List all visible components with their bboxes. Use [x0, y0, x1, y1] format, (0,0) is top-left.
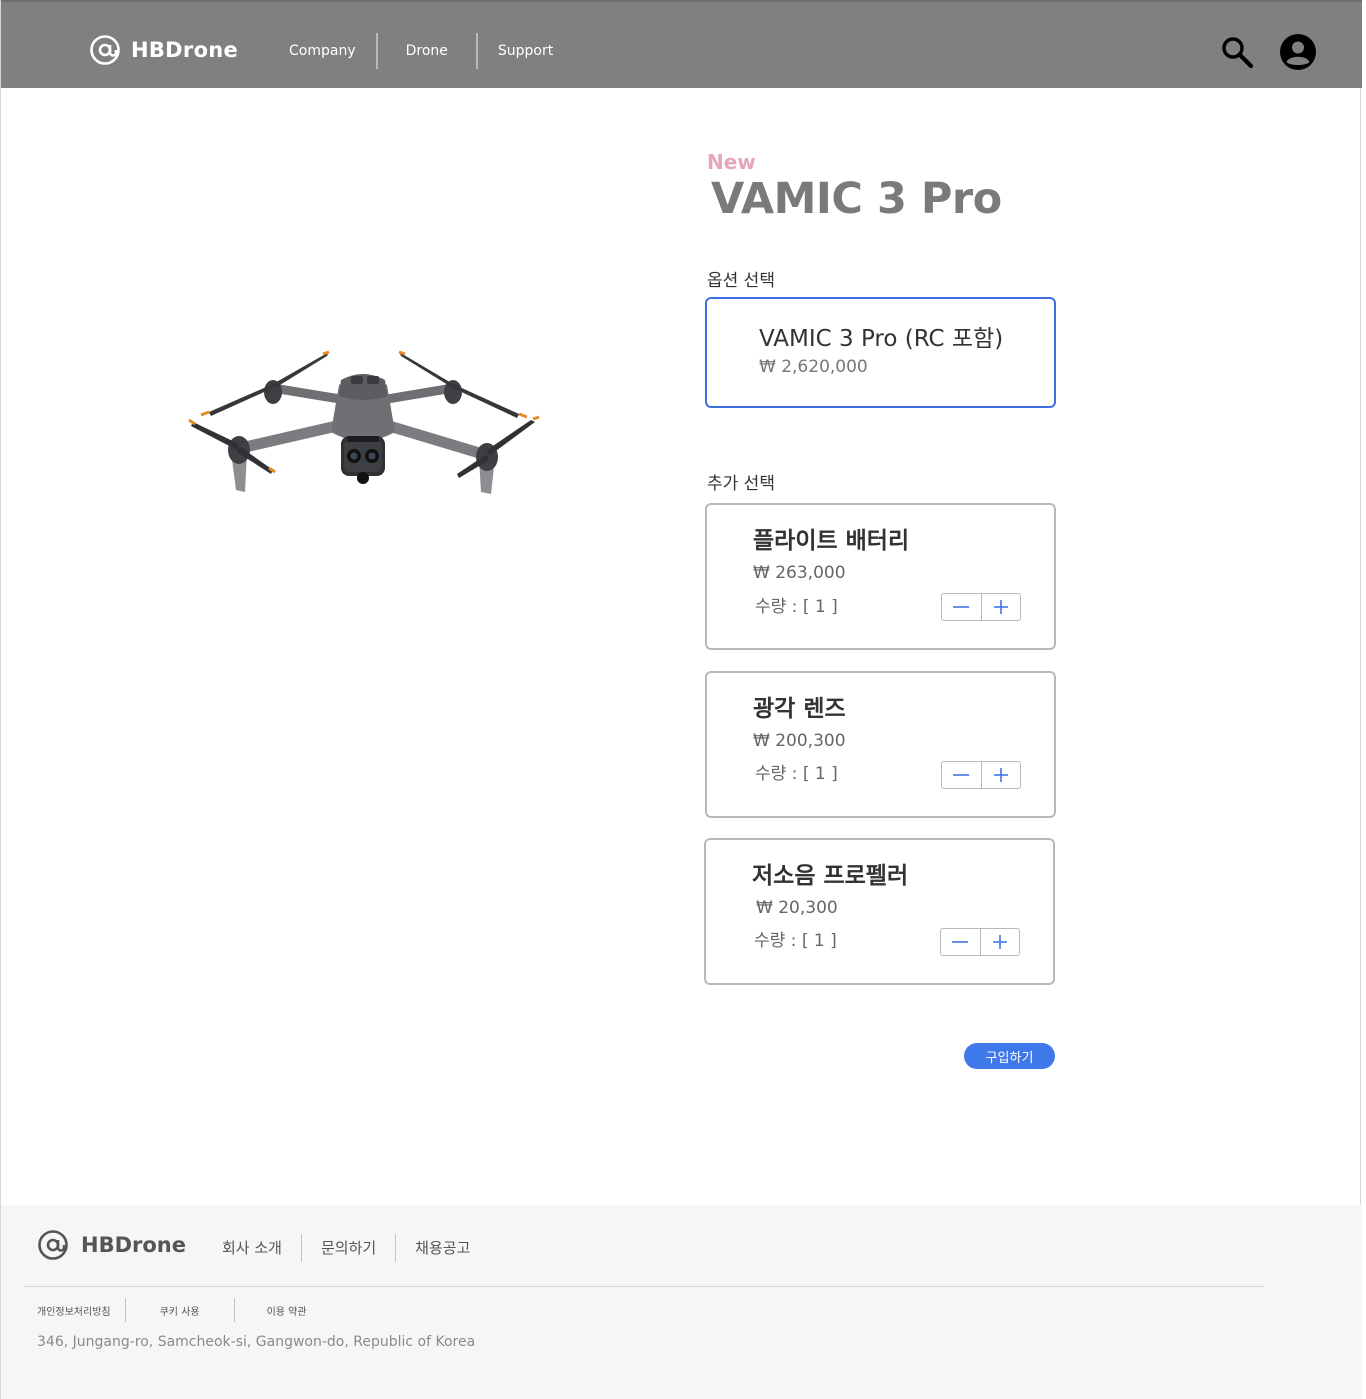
addon-price: ₩ 20,300 [756, 898, 838, 918]
decrease-button[interactable] [942, 594, 981, 620]
footer-legal-links: 개인정보처리방침 쿠키 사용 이용 약관 [23, 1297, 339, 1323]
footer-nav-company[interactable]: 회사 소개 [203, 1233, 301, 1263]
page: HBDrone Company Drone Support New VAMIC … [0, 0, 1362, 1399]
main-nav: Company Drone Support [269, 32, 573, 70]
minus-icon [953, 606, 970, 608]
brand-name: HBDrone [131, 38, 239, 62]
addon-section-label: 추가 선택 [707, 474, 775, 494]
minus-icon [953, 774, 970, 776]
addon-card-wide-lens: 광각 렌즈 ₩ 200,300 수량 : [ 1 ] [705, 671, 1056, 818]
footer-brand-name: HBDrone [81, 1233, 186, 1257]
addon-name: 저소음 프로펠러 [752, 863, 909, 889]
addon-quantity: 수량 : [ 1 ] [754, 931, 837, 951]
company-address: 346, Jungang-ro, Samcheok-si, Gangwon-do… [37, 1334, 476, 1350]
plus-icon [992, 935, 1007, 949]
footer-brand-logo[interactable]: HBDrone [37, 1229, 186, 1261]
addon-card-low-noise-propeller: 저소음 프로펠러 ₩ 20,300 수량 : [ 1 ] [704, 838, 1055, 985]
cookie-policy-link[interactable]: 쿠키 사용 [126, 1303, 234, 1318]
footer-divider [23, 1286, 1265, 1287]
terms-link[interactable]: 이용 약관 [235, 1303, 339, 1318]
new-badge: New [707, 150, 756, 174]
drone-image [188, 350, 540, 494]
brand-logo[interactable]: HBDrone [89, 34, 238, 66]
addon-quantity: 수량 : [ 1 ] [755, 597, 838, 617]
increase-button[interactable] [980, 594, 1021, 620]
addon-name: 플라이트 배터리 [753, 528, 910, 554]
footer: HBDrone 회사 소개 문의하기 채용공고 개인정보처리방침 쿠키 사용 이… [1, 1205, 1362, 1399]
nav-support[interactable]: Support [478, 32, 573, 70]
quantity-stepper [941, 761, 1021, 789]
user-icon[interactable] [1279, 33, 1317, 71]
footer-nav-careers[interactable]: 채용공고 [396, 1233, 489, 1263]
option-price: ₩ 2,620,000 [759, 357, 868, 377]
decrease-button[interactable] [941, 929, 980, 955]
option-name: VAMIC 3 Pro (RC 포함) [759, 326, 1004, 352]
quantity-stepper [941, 593, 1021, 621]
addon-price: ₩ 200,300 [753, 731, 846, 751]
nav-drone[interactable]: Drone [378, 32, 476, 70]
quantity-stepper [940, 928, 1020, 956]
privacy-policy-link[interactable]: 개인정보처리방침 [23, 1303, 125, 1318]
decrease-button[interactable] [942, 762, 981, 788]
addon-price: ₩ 263,000 [753, 563, 846, 583]
increase-button[interactable] [980, 762, 1021, 788]
addon-name: 광각 렌즈 [753, 696, 846, 722]
product-title: VAMIC 3 Pro [711, 174, 1002, 224]
minus-icon [952, 941, 969, 943]
option-section-label: 옵션 선택 [707, 271, 775, 291]
addon-quantity: 수량 : [ 1 ] [755, 764, 838, 784]
plus-icon [993, 768, 1008, 782]
top-header: HBDrone Company Drone Support [1, 0, 1362, 88]
buy-button[interactable]: 구입하기 [964, 1043, 1055, 1069]
addon-card-battery: 플라이트 배터리 ₩ 263,000 수량 : [ 1 ] [705, 503, 1056, 650]
nav-company[interactable]: Company [269, 32, 376, 70]
footer-nav: 회사 소개 문의하기 채용공고 [203, 1233, 489, 1263]
increase-button[interactable] [979, 929, 1020, 955]
at-sign-icon [90, 35, 120, 65]
footer-nav-contact[interactable]: 문의하기 [302, 1233, 395, 1263]
plus-icon [993, 600, 1008, 614]
option-card-selected[interactable]: VAMIC 3 Pro (RC 포함) ₩ 2,620,000 [705, 297, 1056, 408]
at-sign-icon [38, 1230, 68, 1260]
search-icon[interactable] [1219, 34, 1255, 70]
